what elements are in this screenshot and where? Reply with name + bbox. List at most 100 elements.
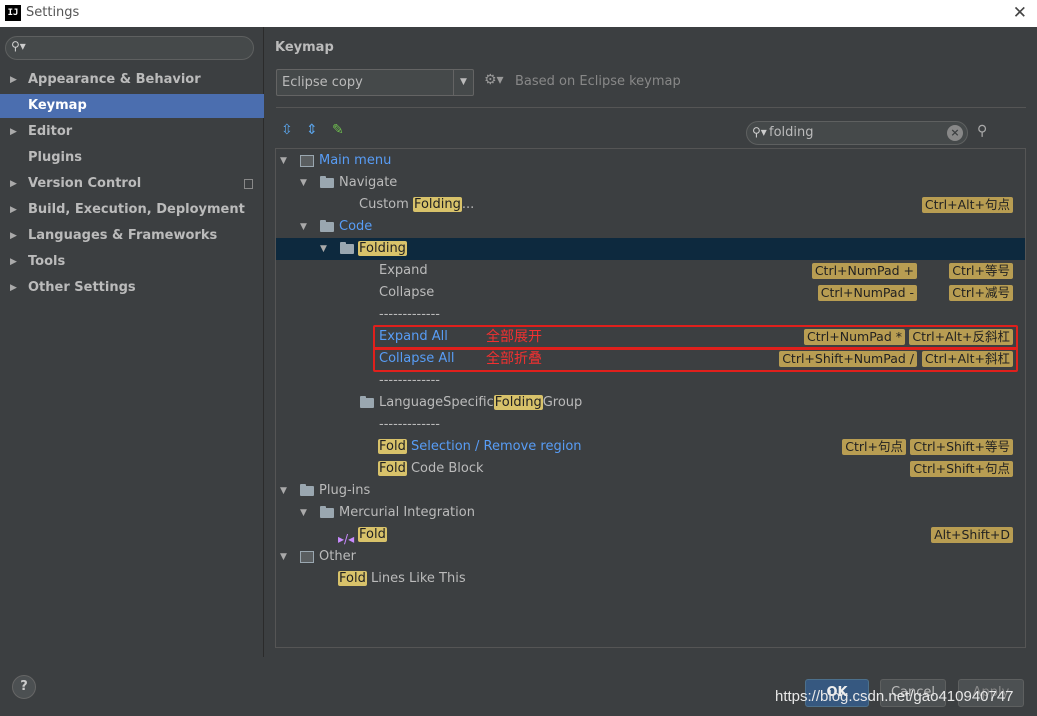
tree-row-other[interactable]: ▼ Other [276, 546, 1025, 568]
page-title: Keymap [275, 40, 334, 55]
close-icon[interactable]: ✕ [1013, 3, 1027, 23]
shortcut-badge: Ctrl+NumPad - [817, 285, 917, 301]
help-icon[interactable]: ? [12, 675, 36, 699]
tree-row-fold-lines[interactable]: Fold Lines Like This [276, 568, 1025, 590]
chevron-right-icon: ▶ [10, 257, 17, 267]
shortcut-badge: Ctrl+减号 [949, 285, 1013, 301]
search-input-value: folding [769, 125, 814, 140]
search-icon: ⚲▾ [11, 39, 26, 53]
shortcut-badge: Ctrl+Shift+句点 [910, 461, 1013, 477]
tree-row-expand[interactable]: Expand Ctrl+NumPad + Ctrl+等号 [276, 260, 1025, 282]
tree-row-label: Folding [358, 241, 407, 256]
folder-icon [320, 176, 334, 188]
tree-row-label: Navigate [339, 175, 398, 190]
tree-row-custom-folding[interactable]: Custom Folding... Ctrl+Alt+句点 [276, 194, 1025, 216]
sidebar-item-label: Build, Execution, Deployment [28, 202, 245, 217]
watermark: https://blog.csdn.net/gao410940747 [775, 688, 1014, 705]
chevron-down-icon[interactable]: ▼ [453, 70, 473, 95]
chevron-down-icon[interactable]: ▼ [280, 546, 287, 568]
tree-row-label: Main menu [319, 153, 392, 168]
chevron-down-icon[interactable]: ▼ [280, 150, 287, 172]
chevron-right-icon: ▶ [10, 75, 17, 85]
tree-row-label: Fold Code Block [378, 461, 484, 476]
tree-separator: ------------- [379, 307, 440, 322]
keymap-tree: ▼ Main menu ▼ Navigate Custom Folding...… [275, 148, 1026, 648]
sidebar-item-other-settings[interactable]: ▶ Other Settings [0, 276, 264, 300]
tree-row-navigate[interactable]: ▼ Navigate [276, 172, 1025, 194]
chevron-down-icon[interactable]: ▼ [320, 238, 327, 260]
folder-icon [300, 484, 314, 496]
tree-row-code[interactable]: ▼ Code [276, 216, 1025, 238]
sidebar-item-keymap[interactable]: Keymap [0, 94, 264, 118]
chevron-right-icon: ▶ [10, 127, 17, 137]
chevron-down-icon[interactable]: ▼ [280, 480, 287, 502]
chevron-right-icon: ▶ [10, 205, 17, 215]
sidebar-item-editor[interactable]: ▶ Editor [0, 120, 264, 144]
shortcut-badge: Ctrl+句点 [842, 439, 906, 455]
collapse-all-icon[interactable]: ⇕ [306, 122, 318, 138]
tree-row-language-specific-folding[interactable]: LanguageSpecificFoldingGroup [276, 392, 1025, 414]
tree-row-main-menu[interactable]: ▼ Main menu [276, 150, 1025, 172]
sidebar-item-label: Plugins [28, 150, 82, 165]
title-bar: IJ Settings ✕ [0, 0, 1037, 27]
tree-separator: ------------- [379, 417, 440, 432]
window-title: Settings [26, 5, 80, 20]
chevron-right-icon: ▶ [10, 283, 17, 293]
tree-row-folding[interactable]: ▼ Folding [276, 238, 1025, 260]
sidebar-item-plugins[interactable]: Plugins [0, 146, 264, 170]
menu-icon [300, 155, 314, 167]
tree-row-label: Code [339, 219, 373, 234]
keymap-panel: Keymap Eclipse copy ▼ ⚙▾ Based on Eclips… [265, 27, 1037, 657]
tree-row-label: Other [319, 549, 356, 564]
tree-row-label: Expand [379, 263, 428, 278]
search-icon: ⚲▾ [752, 125, 767, 139]
tree-row-label: Fold [358, 527, 387, 542]
shortcut-badge: Alt+Shift+D [931, 527, 1013, 543]
tree-row-fold-code-block[interactable]: Fold Code Block Ctrl+Shift+句点 [276, 458, 1025, 480]
folder-icon [320, 220, 334, 232]
sidebar-item-version-control[interactable]: ▶ Version Control [0, 172, 264, 196]
folder-icon [320, 506, 334, 518]
chevron-down-icon[interactable]: ▼ [300, 172, 307, 194]
expand-all-icon[interactable]: ⇳ [281, 122, 293, 138]
app-logo-icon: IJ [5, 5, 21, 21]
sidebar-search-input[interactable]: ⚲▾ [5, 36, 254, 60]
sidebar-item-label: Other Settings [28, 280, 136, 295]
tree-row-plugins[interactable]: ▼ Plug-ins [276, 480, 1025, 502]
tree-row-collapse[interactable]: Collapse Ctrl+NumPad - Ctrl+减号 [276, 282, 1025, 304]
based-on-label: Based on Eclipse keymap [515, 74, 681, 89]
divider [276, 107, 1026, 108]
gear-icon[interactable]: ⚙▾ [484, 72, 504, 88]
settings-sidebar: ⚲▾ ▶ Appearance & Behavior Keymap ▶ Edit… [0, 27, 264, 657]
find-shortcut-icon[interactable]: ⚲ [977, 123, 987, 139]
tree-row-fold-plugin[interactable]: ▸/◂ Fold Alt+Shift+D [276, 524, 1025, 546]
edit-icon[interactable]: ✎ [332, 122, 344, 138]
chevron-right-icon: ▶ [10, 231, 17, 241]
sidebar-item-label: Keymap [28, 98, 87, 113]
sidebar-item-build[interactable]: ▶ Build, Execution, Deployment [0, 198, 264, 222]
keymap-select-value: Eclipse copy [282, 75, 363, 90]
chevron-down-icon[interactable]: ▼ [300, 502, 307, 524]
chevron-down-icon[interactable]: ▼ [300, 216, 307, 238]
tree-row-fold-selection[interactable]: Fold Selection / Remove region Ctrl+句点 C… [276, 436, 1025, 458]
tree-row-label: Plug-ins [319, 483, 371, 498]
tree-row-label: Custom Folding... [359, 197, 475, 212]
project-settings-icon [244, 179, 253, 189]
sidebar-item-languages[interactable]: ▶ Languages & Frameworks [0, 224, 264, 248]
chevron-right-icon: ▶ [10, 179, 17, 189]
search-input[interactable]: ⚲▾ folding × [746, 121, 968, 145]
dialog-footer: ? OK Cancel Apply https://blog.csdn.net/… [0, 657, 1037, 716]
tree-row-mercurial[interactable]: ▼ Mercurial Integration [276, 502, 1025, 524]
tree-row-label: Collapse [379, 285, 435, 300]
folder-icon [340, 242, 354, 254]
shortcut-badge: Ctrl+Alt+句点 [921, 197, 1013, 213]
tree-row-label: Fold Lines Like This [338, 571, 466, 586]
tree-separator: ------------- [379, 373, 440, 388]
clear-icon[interactable]: × [947, 125, 963, 141]
sidebar-item-tools[interactable]: ▶ Tools [0, 250, 264, 274]
keymap-select[interactable]: Eclipse copy ▼ [276, 69, 474, 96]
other-actions-icon [300, 551, 314, 563]
sidebar-item-appearance[interactable]: ▶ Appearance & Behavior [0, 68, 264, 92]
tree-row-label: LanguageSpecificFoldingGroup [379, 395, 583, 410]
tree-row-label: Fold Selection / Remove region [378, 439, 582, 454]
